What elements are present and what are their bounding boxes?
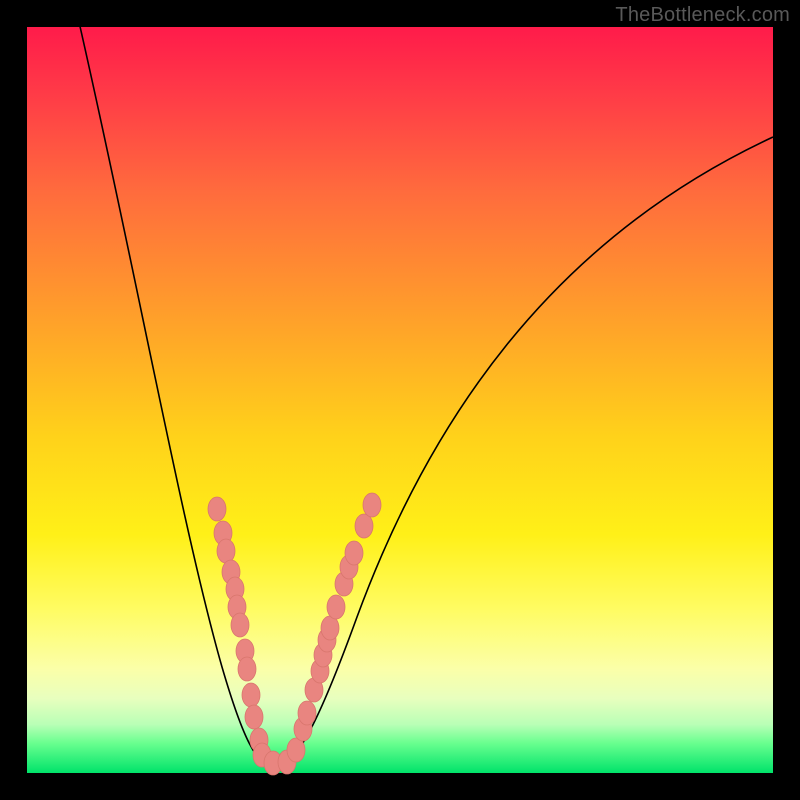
attribution-text: TheBottleneck.com xyxy=(615,4,790,27)
data-marker xyxy=(321,616,339,640)
data-marker xyxy=(245,705,263,729)
bottleneck-curve xyxy=(79,22,773,767)
plot-svg xyxy=(27,27,773,773)
data-marker xyxy=(238,657,256,681)
data-marker xyxy=(231,613,249,637)
data-marker xyxy=(287,738,305,762)
chart-area xyxy=(27,27,773,773)
data-marker xyxy=(208,497,226,521)
data-marker xyxy=(363,493,381,517)
data-marker xyxy=(355,514,373,538)
data-marker xyxy=(217,539,235,563)
data-marker xyxy=(242,683,260,707)
data-marker xyxy=(327,595,345,619)
data-marker xyxy=(298,701,316,725)
marker-layer xyxy=(208,493,381,775)
data-marker xyxy=(345,541,363,565)
